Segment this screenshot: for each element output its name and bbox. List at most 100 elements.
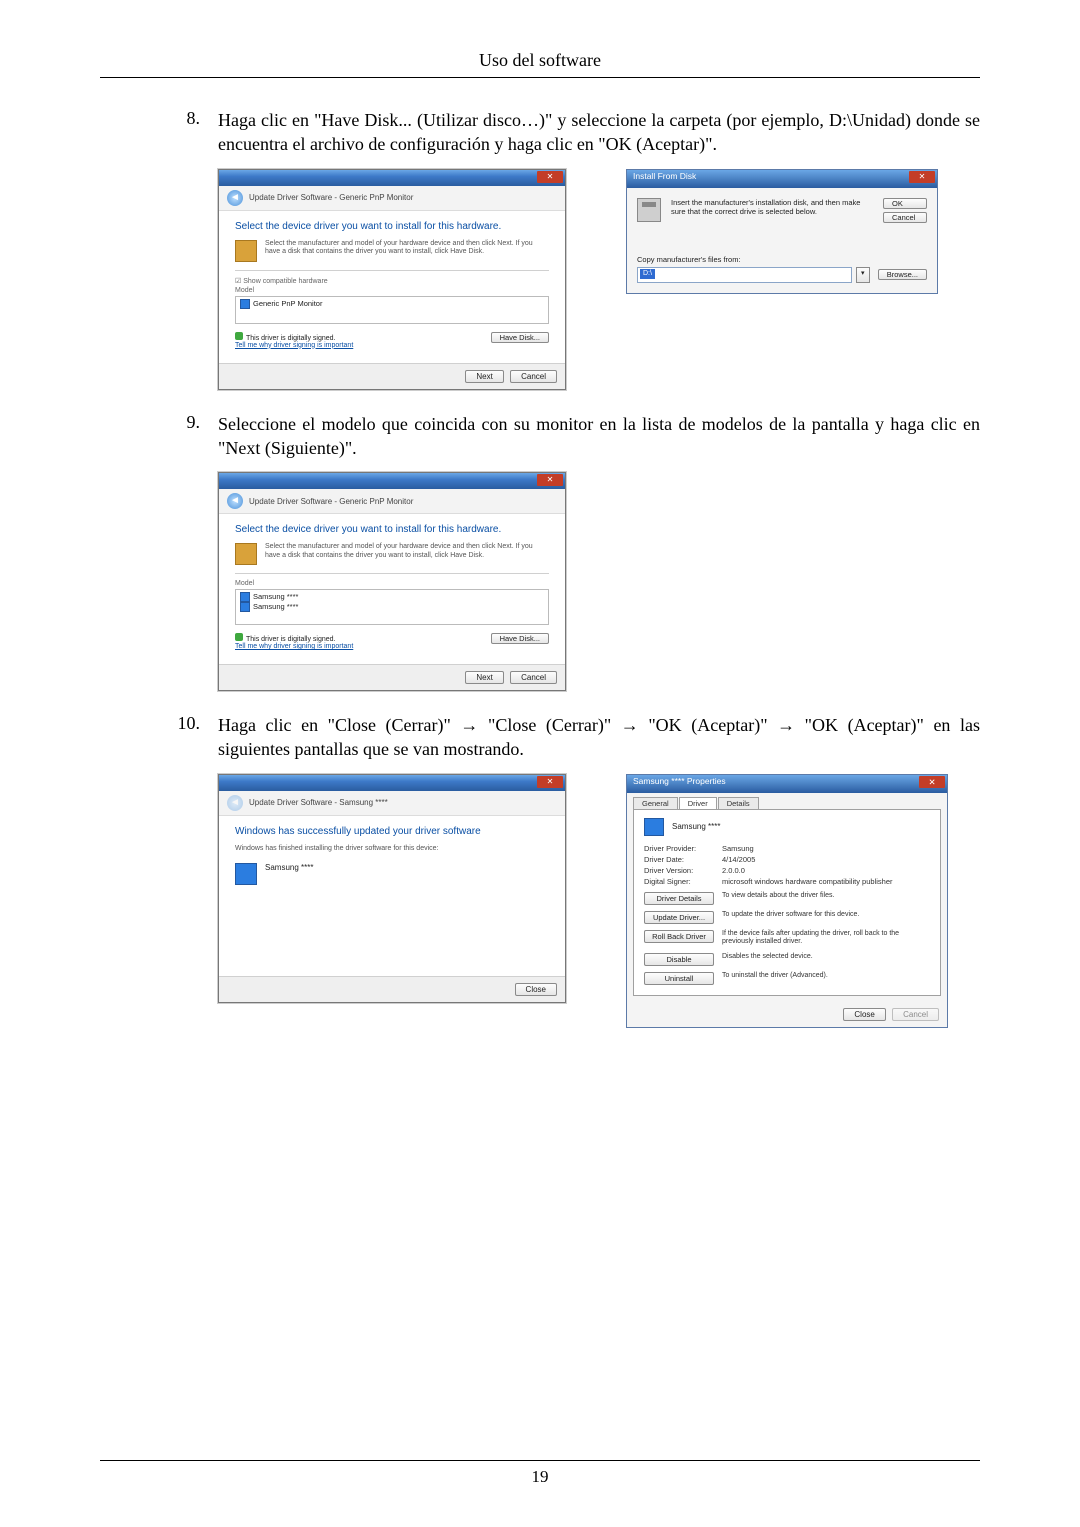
step-8-number: 8.: [100, 108, 218, 129]
dialog-title: Install From Disk ✕: [627, 170, 937, 188]
footer-rule: [100, 1460, 980, 1461]
close-button[interactable]: Close: [843, 1008, 885, 1021]
disable-row: Disable Disables the selected device.: [644, 953, 930, 966]
step-8-screenshots: ✕ ◄ Update Driver Software - Generic PnP…: [218, 169, 980, 390]
step-10: 10. Haga clic en "Close (Cerrar)" → "Clo…: [100, 713, 980, 762]
device-name: Samsung ****: [672, 822, 720, 831]
have-disk-button[interactable]: Have Disk...: [491, 332, 549, 343]
step-8-text: Haga clic en "Have Disk... (Utilizar dis…: [218, 108, 980, 157]
cancel-button[interactable]: Cancel: [883, 212, 927, 223]
tab-general[interactable]: General: [633, 797, 678, 809]
blank-space: [100, 1050, 980, 1430]
step-10-number: 10.: [100, 713, 218, 734]
driver-provider: Driver Provider:Samsung: [644, 844, 930, 853]
driver-details-row: Driver Details To view details about the …: [644, 892, 930, 905]
kv-key: Digital Signer:: [644, 877, 722, 886]
window-titlebar: ✕: [219, 170, 565, 186]
driver-details-button[interactable]: Driver Details: [644, 892, 714, 905]
close-icon[interactable]: ✕: [909, 171, 935, 183]
disk-icon: [235, 240, 257, 262]
divider: [235, 270, 549, 271]
path-input[interactable]: D:\: [637, 267, 852, 283]
wizard-desc-row: Select the manufacturer and model of you…: [235, 543, 549, 565]
wizard-content: Select the device driver you want to ins…: [219, 211, 565, 363]
driver-details-expl: To view details about the driver files.: [722, 892, 930, 900]
model-label: Model: [235, 580, 549, 587]
kv-value: microsoft windows hardware compatibility…: [722, 877, 930, 886]
driver-version: Driver Version:2.0.0.0: [644, 866, 930, 875]
close-icon[interactable]: ✕: [537, 474, 563, 486]
tab-driver[interactable]: Driver: [679, 797, 717, 809]
dialog-footer: Close Cancel: [627, 1002, 947, 1027]
signed-row: This driver is digitally signed. Tell me…: [235, 332, 549, 349]
device-properties-dialog: Samsung **** Properties ✕ General Driver…: [626, 774, 948, 1028]
disable-button[interactable]: Disable: [644, 953, 714, 966]
next-button[interactable]: Next: [465, 370, 503, 383]
model-list[interactable]: Generic PnP Monitor: [235, 296, 549, 324]
back-icon[interactable]: ◄: [227, 493, 243, 509]
kv-key: Driver Provider:: [644, 844, 722, 853]
driver-date: Driver Date:4/14/2005: [644, 855, 930, 864]
kv-value: 2.0.0.0: [722, 866, 930, 875]
cancel-button[interactable]: Cancel: [892, 1008, 939, 1021]
checkbox-label: Show compatible hardware: [243, 278, 327, 285]
cancel-button[interactable]: Cancel: [510, 671, 557, 684]
browse-button[interactable]: Browse...: [878, 269, 927, 280]
window-titlebar: ✕: [219, 775, 565, 791]
header-rule: [100, 77, 980, 78]
disable-expl: Disables the selected device.: [722, 953, 930, 961]
show-compatible-checkbox[interactable]: ☑ Show compatible hardware: [235, 277, 549, 285]
back-icon[interactable]: ◄: [227, 190, 243, 206]
ok-button[interactable]: OK: [883, 198, 927, 209]
signing-link[interactable]: Tell me why driver signing is important: [235, 342, 353, 349]
window-titlebar: ✕: [219, 473, 565, 489]
dialog-top-row: Insert the manufacturer's installation d…: [637, 198, 927, 223]
breadcrumb-text: Update Driver Software - Samsung ****: [249, 798, 388, 807]
disk-icon: [235, 543, 257, 565]
tab-body: Samsung **** Driver Provider:Samsung Dri…: [633, 809, 941, 996]
document-page: Uso del software 8. Haga clic en "Have D…: [0, 0, 1080, 1527]
monitor-icon: [235, 863, 257, 885]
signing-link[interactable]: Tell me why driver signing is important: [235, 643, 353, 650]
divider: [235, 573, 549, 574]
kv-key: Driver Version:: [644, 866, 722, 875]
signed-text: This driver is digitally signed.: [246, 335, 335, 342]
device-name: Samsung ****: [265, 863, 313, 885]
dialog-message: Insert the manufacturer's installation d…: [671, 198, 869, 223]
wizard-breadcrumb: ◄ Update Driver Software - Generic PnP M…: [219, 186, 565, 211]
step-8: 8. Haga clic en "Have Disk... (Utilizar …: [100, 108, 980, 157]
wizard-footer: Next Cancel: [219, 664, 565, 690]
step-9-screenshot: ✕ ◄ Update Driver Software - Generic PnP…: [218, 472, 980, 691]
step-10-screenshots: ✕ ◄ Update Driver Software - Samsung ***…: [218, 774, 980, 1028]
back-icon[interactable]: ◄: [227, 795, 243, 811]
close-button[interactable]: Close: [515, 983, 557, 996]
update-driver-button[interactable]: Update Driver...: [644, 911, 714, 924]
shield-icon: [235, 332, 243, 340]
kv-value: 4/14/2005: [722, 855, 930, 864]
dialog-title-text: Samsung **** Properties: [633, 776, 726, 786]
close-icon[interactable]: ✕: [537, 171, 563, 183]
path-row: D:\ ▾ Browse...: [637, 267, 927, 283]
next-button[interactable]: Next: [465, 671, 503, 684]
uninstall-button[interactable]: Uninstall: [644, 972, 714, 985]
have-disk-button[interactable]: Have Disk...: [491, 633, 549, 644]
close-icon[interactable]: ✕: [919, 776, 945, 788]
update-driver-wizard-success: ✕ ◄ Update Driver Software - Samsung ***…: [218, 774, 566, 1003]
monitor-icon: [240, 602, 250, 612]
wizard-breadcrumb: ◄ Update Driver Software - Generic PnP M…: [219, 489, 565, 514]
dialog-title-text: Install From Disk: [633, 171, 696, 181]
step-10-text: Haga clic en "Close (Cerrar)" → "Close (…: [218, 713, 980, 762]
tab-details[interactable]: Details: [718, 797, 759, 809]
close-icon[interactable]: ✕: [537, 776, 563, 788]
wizard-content: Windows has successfully updated your dr…: [219, 816, 565, 976]
rollback-driver-row: Roll Back DriverIf the device fails afte…: [644, 930, 930, 947]
rollback-driver-button[interactable]: Roll Back Driver: [644, 930, 714, 943]
dialog-title: Samsung **** Properties ✕: [627, 775, 947, 793]
kv-value: Samsung: [722, 844, 930, 853]
model-item-1: Samsung ****: [253, 592, 298, 601]
cancel-button[interactable]: Cancel: [510, 370, 557, 383]
wizard-description: Select the manufacturer and model of you…: [265, 240, 549, 262]
uninstall-expl: To uninstall the driver (Advanced).: [722, 972, 930, 980]
chevron-down-icon[interactable]: ▾: [856, 267, 870, 283]
model-list[interactable]: Samsung **** Samsung ****: [235, 589, 549, 625]
